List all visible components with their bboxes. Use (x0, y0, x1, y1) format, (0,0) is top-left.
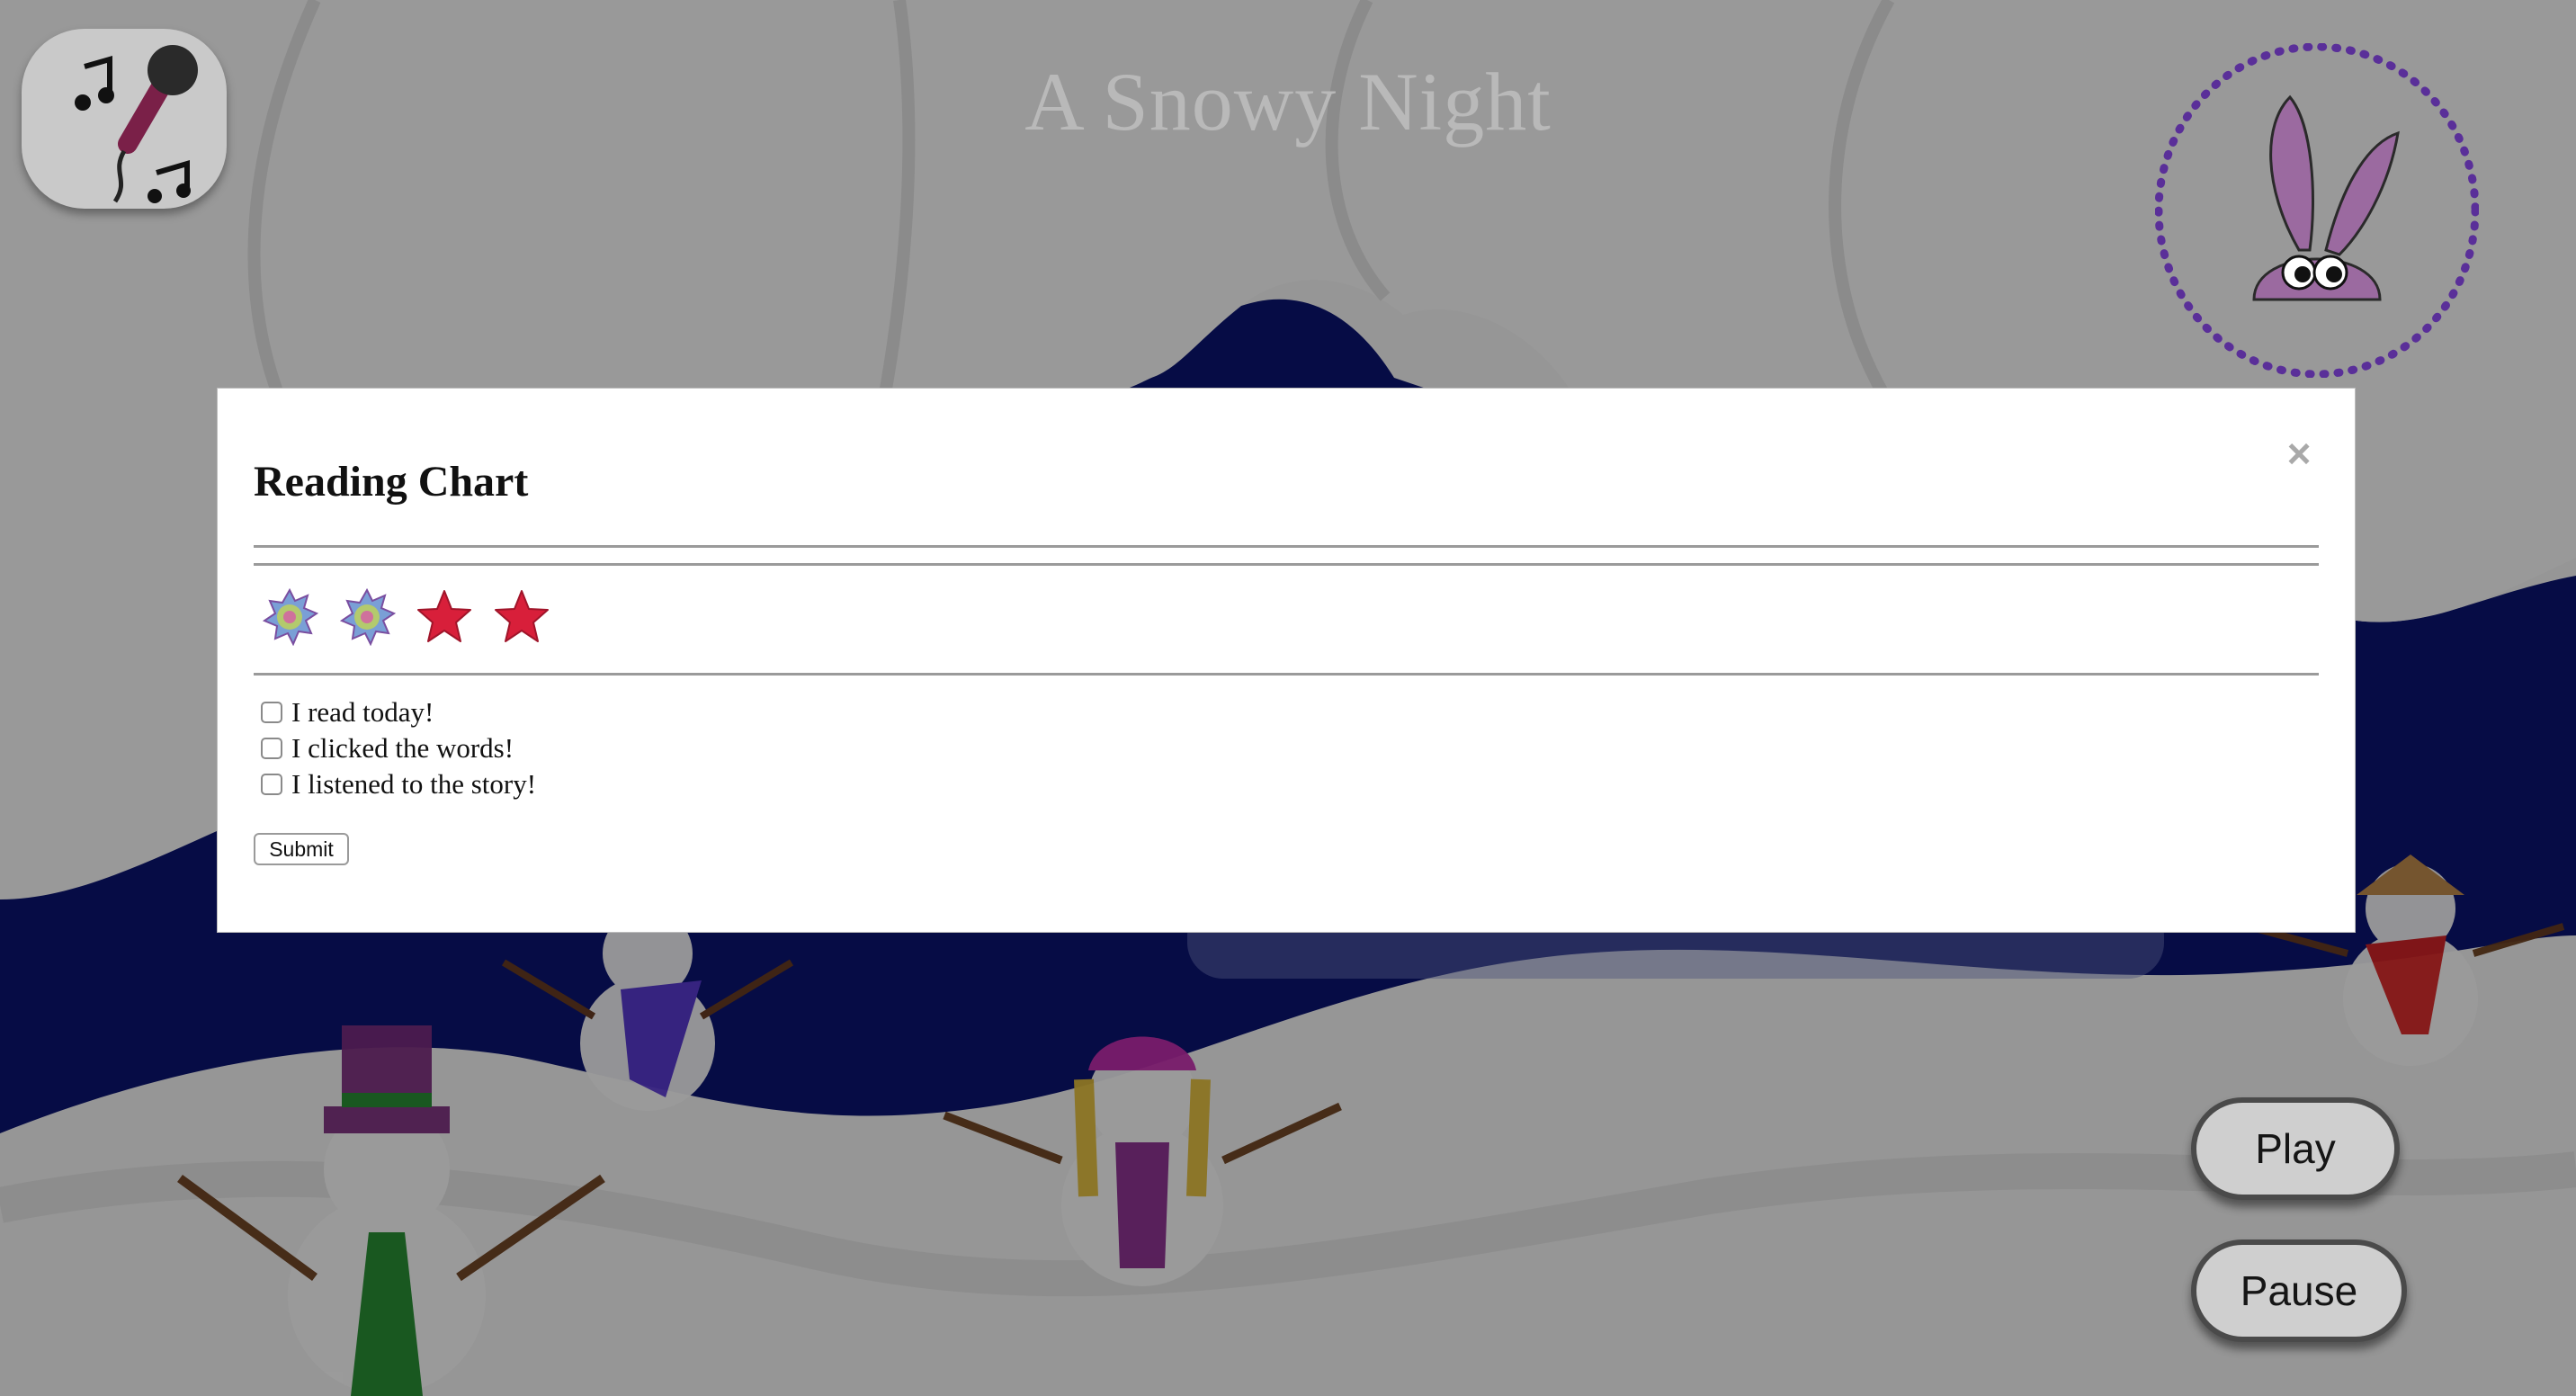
sticker-row (261, 588, 550, 653)
bunny-icon (2154, 42, 2480, 379)
divider (254, 563, 2319, 566)
snowflake-badge-icon (338, 588, 396, 646)
reading-checklist: I read today! I clicked the words! I lis… (261, 694, 536, 802)
divider (254, 545, 2319, 548)
pause-button[interactable]: Pause (2191, 1239, 2407, 1342)
checklist-item: I clicked the words! (261, 730, 536, 766)
close-icon[interactable]: × (2281, 433, 2317, 474)
checklist-item: I read today! (261, 694, 536, 730)
checklist-label: I clicked the words! (291, 732, 514, 764)
checklist-label: I read today! (291, 696, 434, 728)
reading-chart-modal (218, 389, 2355, 932)
mascot-button[interactable] (2154, 42, 2480, 379)
play-button[interactable]: Play (2191, 1097, 2400, 1200)
snowflake-badge-icon (261, 588, 318, 646)
submit-button[interactable]: Submit (254, 833, 349, 865)
checkbox[interactable] (261, 702, 282, 723)
checklist-item: I listened to the story! (261, 766, 536, 802)
checklist-label: I listened to the story! (291, 768, 537, 800)
checkbox[interactable] (261, 774, 282, 795)
karaoke-button[interactable] (22, 29, 227, 209)
red-star-icon (416, 588, 473, 646)
microphone-music-icon (75, 45, 198, 203)
checkbox[interactable] (261, 738, 282, 759)
modal-title: Reading Chart (254, 458, 529, 506)
red-star-icon (493, 588, 550, 646)
divider (254, 673, 2319, 676)
